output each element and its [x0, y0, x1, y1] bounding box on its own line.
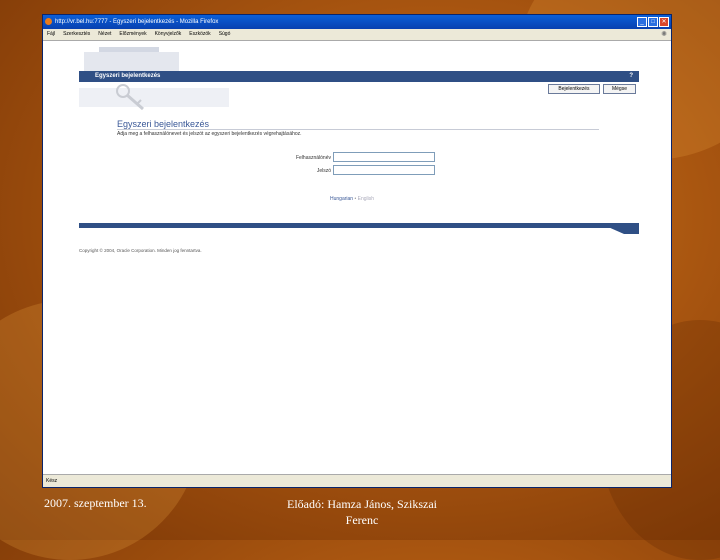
login-button[interactable]: Bejelentkezés — [548, 84, 600, 94]
window-titlebar: http://vr.bel.hu:7777 - Egyszeri bejelen… — [43, 15, 671, 29]
presenter-line-1: Előadó: Hamza János, Szikszai — [287, 497, 437, 511]
throbber-icon: ✺ — [661, 31, 667, 38]
footer-bar — [79, 223, 639, 234]
menu-bar: Fájl Szerkesztés Nézet Előzmények Könyvj… — [43, 29, 671, 40]
password-input[interactable] — [333, 165, 435, 175]
menu-item-view[interactable]: Nézet — [98, 29, 111, 40]
lang-hungarian-link[interactable]: Hungarian — [330, 196, 353, 202]
cancel-button[interactable]: Mégse — [603, 84, 636, 94]
username-input[interactable] — [333, 152, 435, 162]
page-viewport: Egyszeri bejelentkezés ? Bejelentkezés M… — [43, 40, 671, 478]
browser-window: http://vr.bel.hu:7777 - Egyszeri bejelen… — [42, 14, 672, 488]
login-description: Adja meg a felhasználónevet és jelszót a… — [117, 131, 302, 137]
window-title: http://vr.bel.hu:7777 - Egyszeri bejelen… — [55, 19, 219, 25]
menu-item-bookmarks[interactable]: Könyvjelzők — [155, 29, 182, 40]
heading-divider — [117, 129, 599, 130]
menu-item-tools[interactable]: Eszközök — [189, 29, 210, 40]
language-selector: Hungarian • English — [330, 196, 374, 202]
status-bar: Kész — [43, 474, 671, 487]
menu-item-edit[interactable]: Szerkesztés — [63, 29, 90, 40]
help-link[interactable]: ? — [629, 71, 633, 82]
username-label: Felhasználónév — [295, 155, 331, 161]
status-text: Kész — [46, 478, 58, 484]
slide-presenter: Előadó: Hamza János, Szikszai Ferenc — [262, 496, 462, 528]
copyright-text: Copyright © 2004, Oracle Corporation. Mi… — [79, 248, 202, 253]
slide-date: 2007. szeptember 13. — [44, 496, 147, 510]
login-heading: Egyszeri bejelentkezés — [117, 119, 210, 129]
header-bar: Egyszeri bejelentkezés ? — [79, 71, 639, 82]
password-label: Jelszó — [316, 168, 331, 174]
menu-item-file[interactable]: Fájl — [47, 29, 55, 40]
firefox-icon — [45, 18, 52, 25]
menu-item-help[interactable]: Súgó — [219, 29, 231, 40]
close-button[interactable]: ✕ — [659, 17, 669, 27]
maximize-button[interactable]: □ — [648, 17, 658, 27]
minimize-button[interactable]: _ — [637, 17, 647, 27]
key-icon — [116, 84, 144, 111]
menu-item-history[interactable]: Előzmények — [119, 29, 146, 40]
lang-english-link[interactable]: English — [358, 196, 374, 202]
presenter-line-2: Ferenc — [345, 513, 379, 527]
lang-separator: • — [354, 196, 357, 202]
